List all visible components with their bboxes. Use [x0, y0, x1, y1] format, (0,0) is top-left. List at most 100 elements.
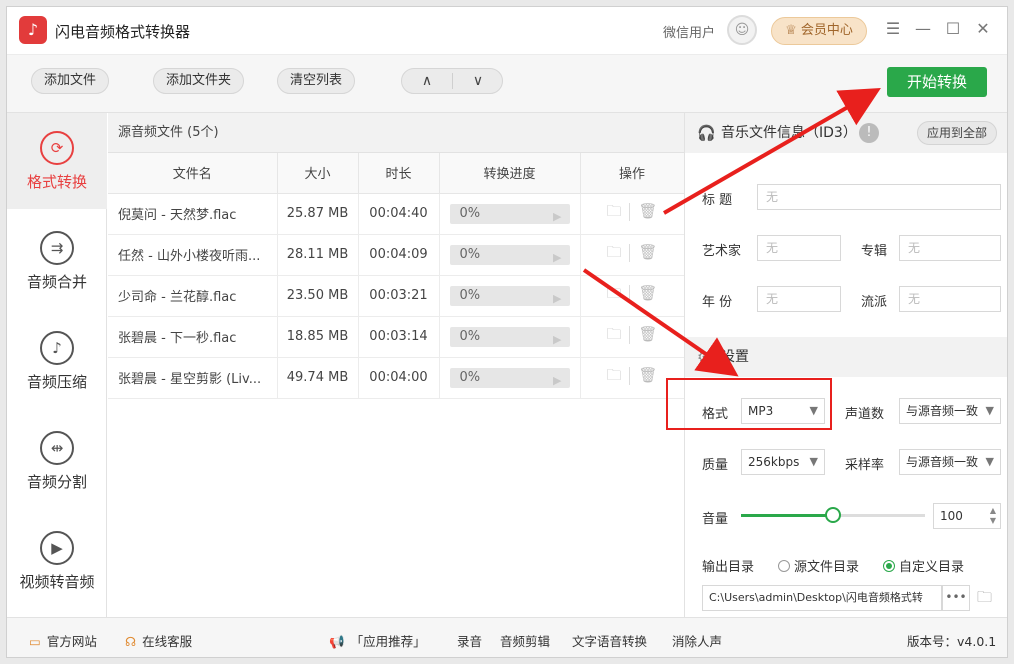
play-icon[interactable]: ▶	[553, 371, 561, 391]
table-row[interactable]: 任然 - 山外小楼夜听雨... 28.11 MB 00:04:09 0% ▶ 🗀 🗑	[108, 234, 685, 276]
folder-icon[interactable]: 🗀	[606, 325, 621, 343]
sidebar-item-audio-compress[interactable]: ♪ 音频压缩	[7, 313, 107, 409]
file-size: 49.74 MB	[277, 357, 359, 399]
play-icon[interactable]: ▶	[553, 289, 561, 309]
table-row[interactable]: 张碧晨 - 下一秒.flac 18.85 MB 00:03:14 0% ▶ 🗀 🗑	[108, 316, 685, 358]
folder-icon[interactable]: 🗀	[606, 243, 621, 261]
avatar[interactable]: ☺	[727, 15, 757, 45]
file-duration: 00:04:09	[358, 234, 440, 276]
trash-icon[interactable]: 🗑	[638, 284, 657, 302]
volume-input[interactable]: 100 ▲ ▼	[933, 503, 1001, 529]
quality-select[interactable]: 256kbps ▼	[741, 449, 825, 475]
close-icon[interactable]: ✕	[973, 19, 993, 39]
file-duration: 00:04:00	[358, 357, 440, 399]
play-icon[interactable]: ▶	[553, 330, 561, 350]
folder-icon[interactable]: 🗀	[606, 366, 621, 384]
radio-label: 源文件目录	[794, 560, 860, 575]
actions-cell: 🗀 🗑	[580, 193, 685, 235]
crown-icon: ♕	[785, 23, 797, 38]
column-header-progress: 转换进度	[439, 153, 581, 194]
file-duration: 00:04:40	[358, 193, 440, 235]
table-row[interactable]: 张碧晨 - 星空剪影 (Liv... 49.74 MB 00:04:00 0% ▶…	[108, 357, 685, 399]
artist-field[interactable]: 无	[757, 235, 841, 261]
user-name[interactable]: 微信用户	[663, 22, 715, 41]
samplerate-select[interactable]: 与源音频一致 ▼	[899, 449, 1001, 475]
music-info-header: 🎧 音乐文件信息（ID3） ! 应用到全部	[685, 113, 1007, 153]
audio-edit-link[interactable]: 音频剪辑	[500, 631, 550, 650]
table-row[interactable]: 倪莫问 - 天然梦.flac 25.87 MB 00:04:40 0% ▶ 🗀 🗑	[108, 193, 685, 235]
volume-slider-handle[interactable]	[825, 507, 841, 523]
file-size: 28.11 MB	[277, 234, 359, 276]
sidebar-item-label: 音频分割	[26, 473, 87, 491]
radio-custom-dir[interactable]: 自定义目录	[883, 556, 964, 575]
volume-slider[interactable]	[741, 507, 925, 523]
year-field[interactable]: 无	[757, 286, 841, 312]
album-field[interactable]: 无	[899, 235, 1001, 261]
progress-bar: 0% ▶	[449, 285, 570, 309]
sidebar-item-video-to-audio[interactable]: ▶ 视频转音频	[7, 513, 107, 609]
sidebar-item-audio-merge[interactable]: ⇉ 音频合并	[7, 213, 107, 309]
samplerate-value: 与源音频一致	[906, 455, 979, 469]
browse-more-button[interactable]: •••	[942, 585, 970, 611]
channels-select[interactable]: 与源音频一致 ▼	[899, 398, 1001, 424]
sidebar-item-label: 音频压缩	[26, 373, 87, 391]
output-dir-label: 输出目录	[702, 560, 755, 575]
member-center-button[interactable]: ♕ 会员中心	[771, 17, 867, 45]
title-bar: ♪ 闪电音频格式转换器 微信用户 ☺ ♕ 会员中心 ☰ — ☐ ✕	[7, 7, 1007, 55]
settings-icon: ⚙	[697, 348, 711, 366]
progress-bar: 0% ▶	[449, 326, 570, 350]
move-up-button[interactable]: ∧	[402, 69, 452, 93]
trash-icon[interactable]: 🗑	[638, 243, 657, 261]
quality-value: 256kbps	[748, 455, 800, 469]
headset-icon: ☊	[125, 634, 137, 649]
info-icon[interactable]: !	[859, 123, 879, 143]
trash-icon[interactable]: 🗑	[638, 366, 657, 384]
output-path-field[interactable]: C:\Users\admin\Desktop\闪电音频格式转	[702, 585, 942, 611]
menu-icon[interactable]: ☰	[883, 19, 903, 39]
genre-field[interactable]: 无	[899, 286, 1001, 312]
folder-icon[interactable]: 🗀	[606, 202, 621, 220]
sidebar-item-format-convert[interactable]: ⟳ 格式转换	[7, 113, 107, 209]
radio-source-dir[interactable]: 源文件目录	[778, 556, 859, 575]
progress-cell: 0% ▶	[439, 316, 581, 358]
play-icon[interactable]: ▶	[553, 207, 561, 227]
genre-label: 流派	[861, 295, 888, 310]
record-link[interactable]: 录音	[457, 631, 482, 650]
apply-all-button[interactable]: 应用到全部	[917, 121, 997, 145]
sidebar-item-audio-split[interactable]: ⇹ 音频分割	[7, 413, 107, 509]
merge-icon: ⇉	[40, 231, 74, 265]
maximize-icon[interactable]: ☐	[943, 19, 963, 39]
file-name: 张碧晨 - 下一秒.flac	[108, 316, 278, 358]
vocal-removal-link[interactable]: 消除人声	[672, 631, 722, 650]
tts-link[interactable]: 文字语音转换	[572, 631, 647, 650]
open-folder-icon[interactable]: 🗀	[977, 587, 992, 612]
play-icon[interactable]: ▶	[553, 248, 561, 268]
clear-list-button[interactable]: 清空列表	[277, 68, 356, 94]
recommend-link[interactable]: 📢 「应用推荐」	[329, 631, 426, 650]
progress-text: 0%	[459, 246, 481, 262]
progress-bar: 0% ▶	[449, 367, 570, 391]
progress-text: 0%	[459, 369, 481, 385]
file-name: 任然 - 山外小楼夜听雨...	[108, 234, 278, 276]
progress-cell: 0% ▶	[439, 357, 581, 399]
minimize-icon[interactable]: —	[913, 19, 933, 39]
trash-icon[interactable]: 🗑	[638, 202, 657, 220]
website-link[interactable]: ▭ 官方网站	[29, 631, 97, 650]
service-link[interactable]: ☊ 在线客服	[125, 631, 192, 650]
start-convert-button[interactable]: 开始转换	[887, 67, 987, 97]
move-down-button[interactable]: ∨	[453, 69, 503, 93]
folder-icon[interactable]: 🗀	[606, 284, 621, 302]
add-folder-button[interactable]: 添加文件夹	[153, 68, 245, 94]
member-center-label: 会员中心	[800, 23, 853, 38]
spinner-icon[interactable]: ▲ ▼	[990, 506, 996, 526]
file-table: 文件名 大小 时长 转换进度 操作 倪莫问 - 天然梦.flac 25.87 M…	[108, 153, 685, 399]
progress-bar: 0% ▶	[449, 203, 570, 227]
trash-icon[interactable]: 🗑	[638, 325, 657, 343]
title-field[interactable]: 无	[757, 184, 1001, 210]
artist-label: 艺术家	[702, 244, 742, 259]
volume-slider-fill	[741, 514, 833, 517]
column-header-name: 文件名	[108, 153, 278, 194]
table-row[interactable]: 少司命 - 兰花醇.flac 23.50 MB 00:03:21 0% ▶ 🗀 🗑	[108, 275, 685, 317]
table-header-row: 文件名 大小 时长 转换进度 操作	[108, 153, 685, 194]
add-file-button[interactable]: 添加文件	[31, 68, 110, 94]
